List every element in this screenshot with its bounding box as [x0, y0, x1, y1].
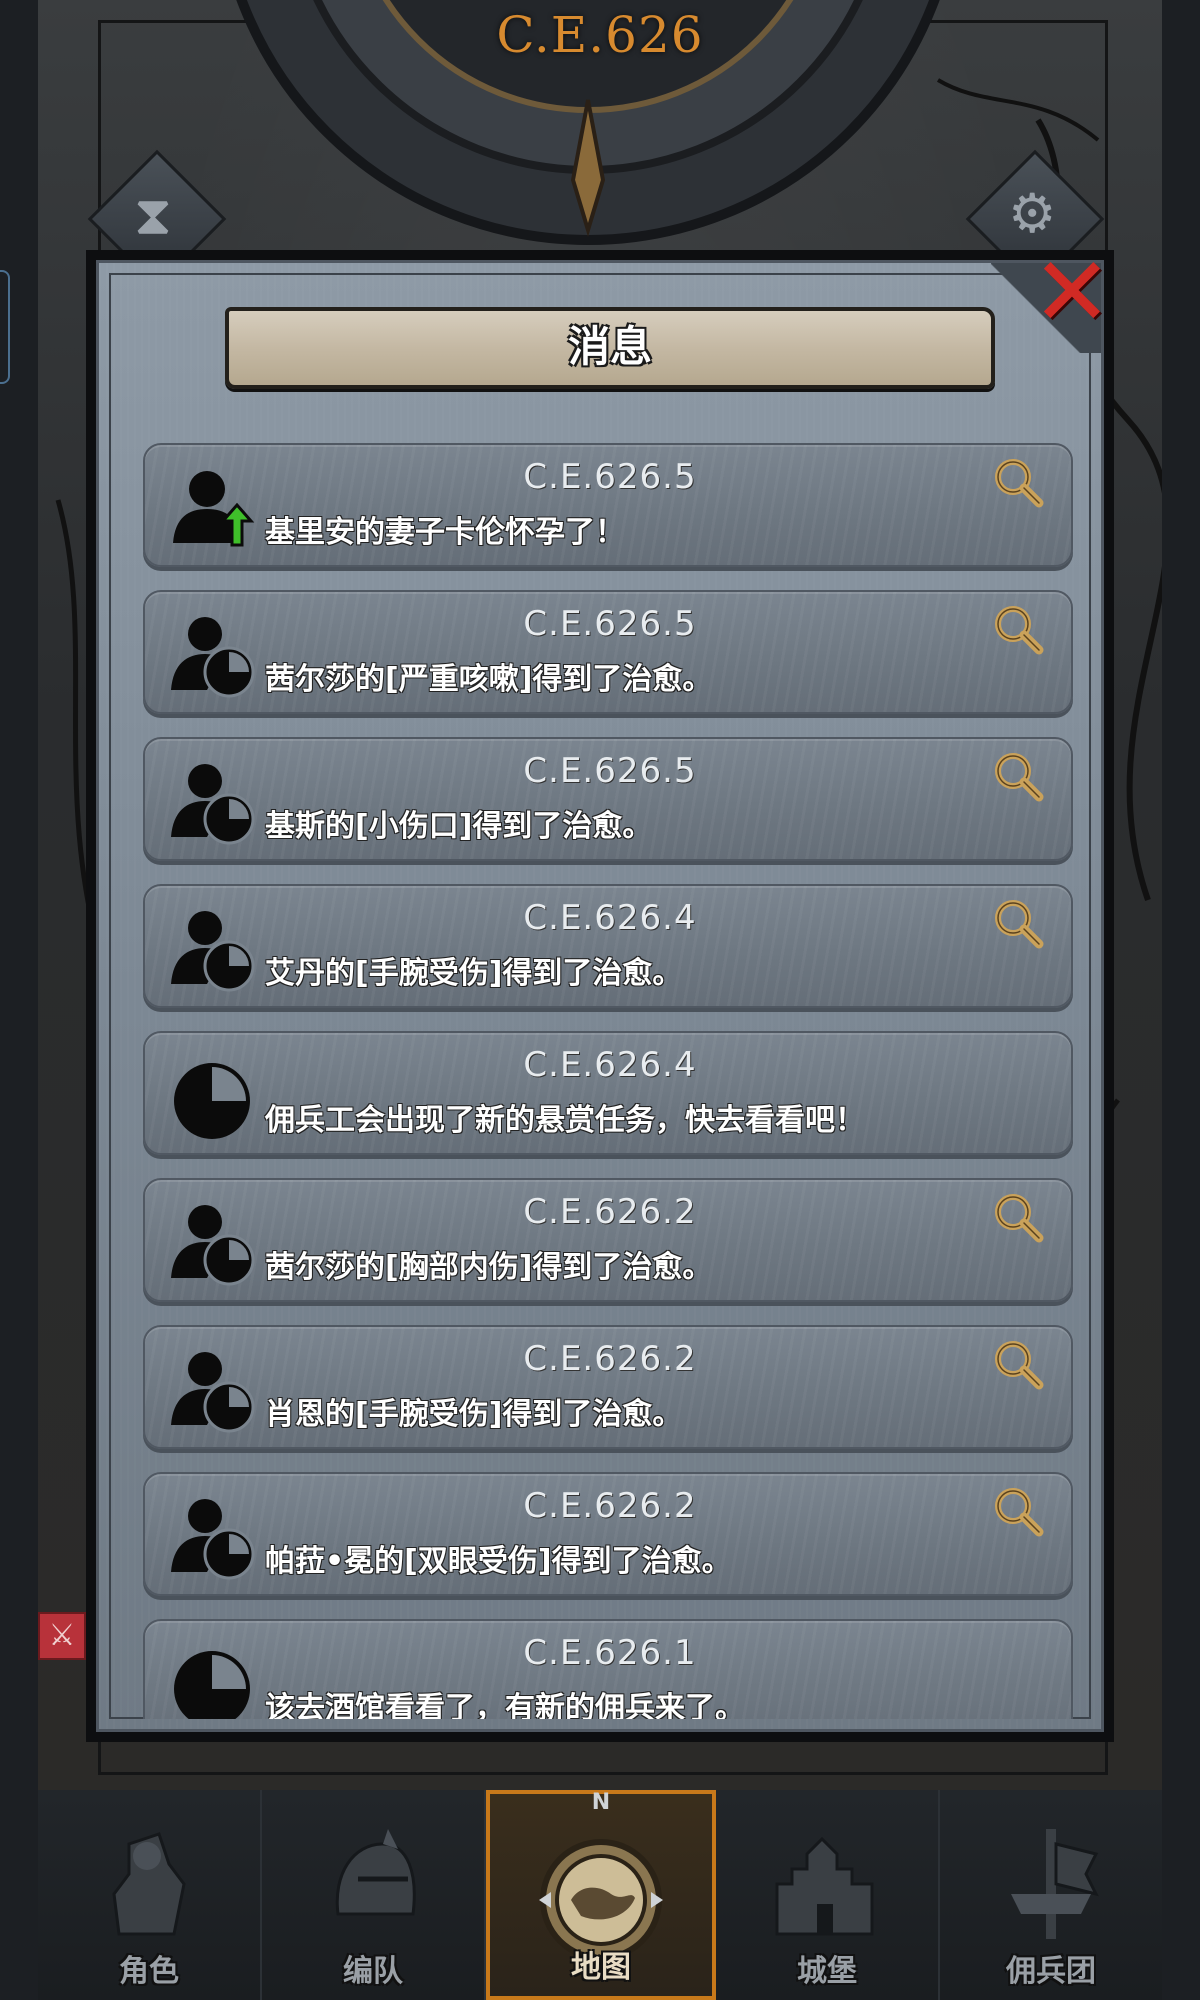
message-text: 茜尔莎的[严重咳嗽]得到了治愈。 [265, 662, 713, 697]
nav-label: 角色 [119, 1954, 179, 1989]
messages-panel: 消息 C.E.626.5 基里安的妻子卡伦怀孕了！ C.E.626.5 茜尔莎的[严… [96, 260, 1104, 1732]
message-date: C.E.626.2 [523, 1486, 697, 1526]
magnifier-icon[interactable] [991, 455, 1045, 509]
castle-icon [767, 1824, 887, 1948]
message-text: 基里安的妻子卡伦怀孕了！ [265, 515, 625, 550]
message-date: C.E.626.4 [523, 1045, 697, 1085]
compass-north-label: N [591, 1790, 611, 1815]
message-text: 茜尔莎的[胸部内伤]得到了治愈。 [265, 1250, 713, 1285]
close-icon: ✕ [1031, 236, 1113, 348]
message-date: C.E.626.5 [523, 604, 697, 644]
message-date: C.E.626.2 [523, 1339, 697, 1379]
nav-label: 城堡 [797, 1954, 857, 1989]
message-text: 基斯的[小伤口]得到了治愈。 [265, 809, 653, 844]
magnifier-icon[interactable] [991, 1190, 1045, 1244]
bottom-nav: 角色 编队 N 地图 城堡 佣兵团 [38, 1790, 1162, 2000]
nav-item-compass-map[interactable]: N 地图 [486, 1790, 716, 2000]
magnifier-icon[interactable] [991, 1484, 1045, 1538]
message-row[interactable]: C.E.626.5 基斯的[小伤口]得到了治愈。 [143, 737, 1073, 861]
close-button[interactable]: ✕ [1030, 244, 1114, 340]
helmet-icon [313, 1824, 433, 1948]
message-text: 艾丹的[手腕受伤]得到了治愈。 [265, 956, 683, 991]
magnifier-icon[interactable] [991, 1337, 1045, 1391]
message-row[interactable]: C.E.626.5 茜尔莎的[严重咳嗽]得到了治愈。 [143, 590, 1073, 714]
magnifier-icon[interactable] [991, 896, 1045, 950]
message-row[interactable]: C.E.626.4 佣兵工会出现了新的悬赏任务，快去看看吧！ [143, 1031, 1073, 1155]
message-date: C.E.626.4 [523, 898, 697, 938]
message-list[interactable]: C.E.626.5 基里安的妻子卡伦怀孕了！ C.E.626.5 茜尔莎的[严重咳嗽… [143, 443, 1073, 1719]
nav-item-castle[interactable]: 城堡 [716, 1790, 940, 2000]
left-edge-tab[interactable] [0, 270, 10, 384]
banner-icon [991, 1824, 1111, 1948]
magnifier-icon[interactable] [991, 602, 1045, 656]
message-row[interactable]: C.E.626.2 帕菈•冕的[双眼受伤]得到了治愈。 [143, 1472, 1073, 1596]
nav-item-helmet[interactable]: 编队 [262, 1790, 486, 2000]
message-date: C.E.626.5 [523, 457, 697, 497]
hourglass-icon: ⧗ [134, 184, 172, 247]
nav-label: 地图 [571, 1950, 631, 1985]
message-date: C.E.626.1 [523, 1633, 697, 1673]
crossed-swords-icon[interactable]: ⚔ [38, 1612, 86, 1660]
message-text: 帕菈•冕的[双眼受伤]得到了治愈。 [265, 1544, 732, 1579]
message-text: 该去酒馆看看了，有新的佣兵来了。 [265, 1691, 745, 1719]
magnifier-icon[interactable] [991, 749, 1045, 803]
nav-item-banner[interactable]: 佣兵团 [940, 1790, 1162, 2000]
message-text: 肖恩的[手腕受伤]得到了治愈。 [265, 1397, 683, 1432]
nav-label: 佣兵团 [1006, 1954, 1096, 1989]
message-text: 佣兵工会出现了新的悬赏任务，快去看看吧！ [265, 1103, 865, 1138]
knight-icon [89, 1824, 209, 1948]
message-date: C.E.626.5 [523, 751, 697, 791]
message-row[interactable]: C.E.626.2 茜尔莎的[胸部内伤]得到了治愈。 [143, 1178, 1073, 1302]
message-row[interactable]: C.E.626.4 艾丹的[手腕受伤]得到了治愈。 [143, 884, 1073, 1008]
messages-dialog: 消息 C.E.626.5 基里安的妻子卡伦怀孕了！ C.E.626.5 茜尔莎的[严… [86, 250, 1114, 1742]
nav-item-knight[interactable]: 角色 [38, 1790, 262, 2000]
message-row[interactable]: C.E.626.5 基里安的妻子卡伦怀孕了！ [143, 443, 1073, 567]
era-label: C.E.626 [496, 6, 704, 64]
nav-label: 编队 [343, 1954, 403, 1989]
dialog-title: 消息 [567, 322, 652, 371]
message-date: C.E.626.2 [523, 1192, 697, 1232]
message-row[interactable]: C.E.626.1 该去酒馆看看了，有新的佣兵来了。 [143, 1619, 1073, 1719]
title-plate: 消息 [225, 307, 995, 389]
message-row[interactable]: C.E.626.2 肖恩的[手腕受伤]得到了治愈。 [143, 1325, 1073, 1449]
